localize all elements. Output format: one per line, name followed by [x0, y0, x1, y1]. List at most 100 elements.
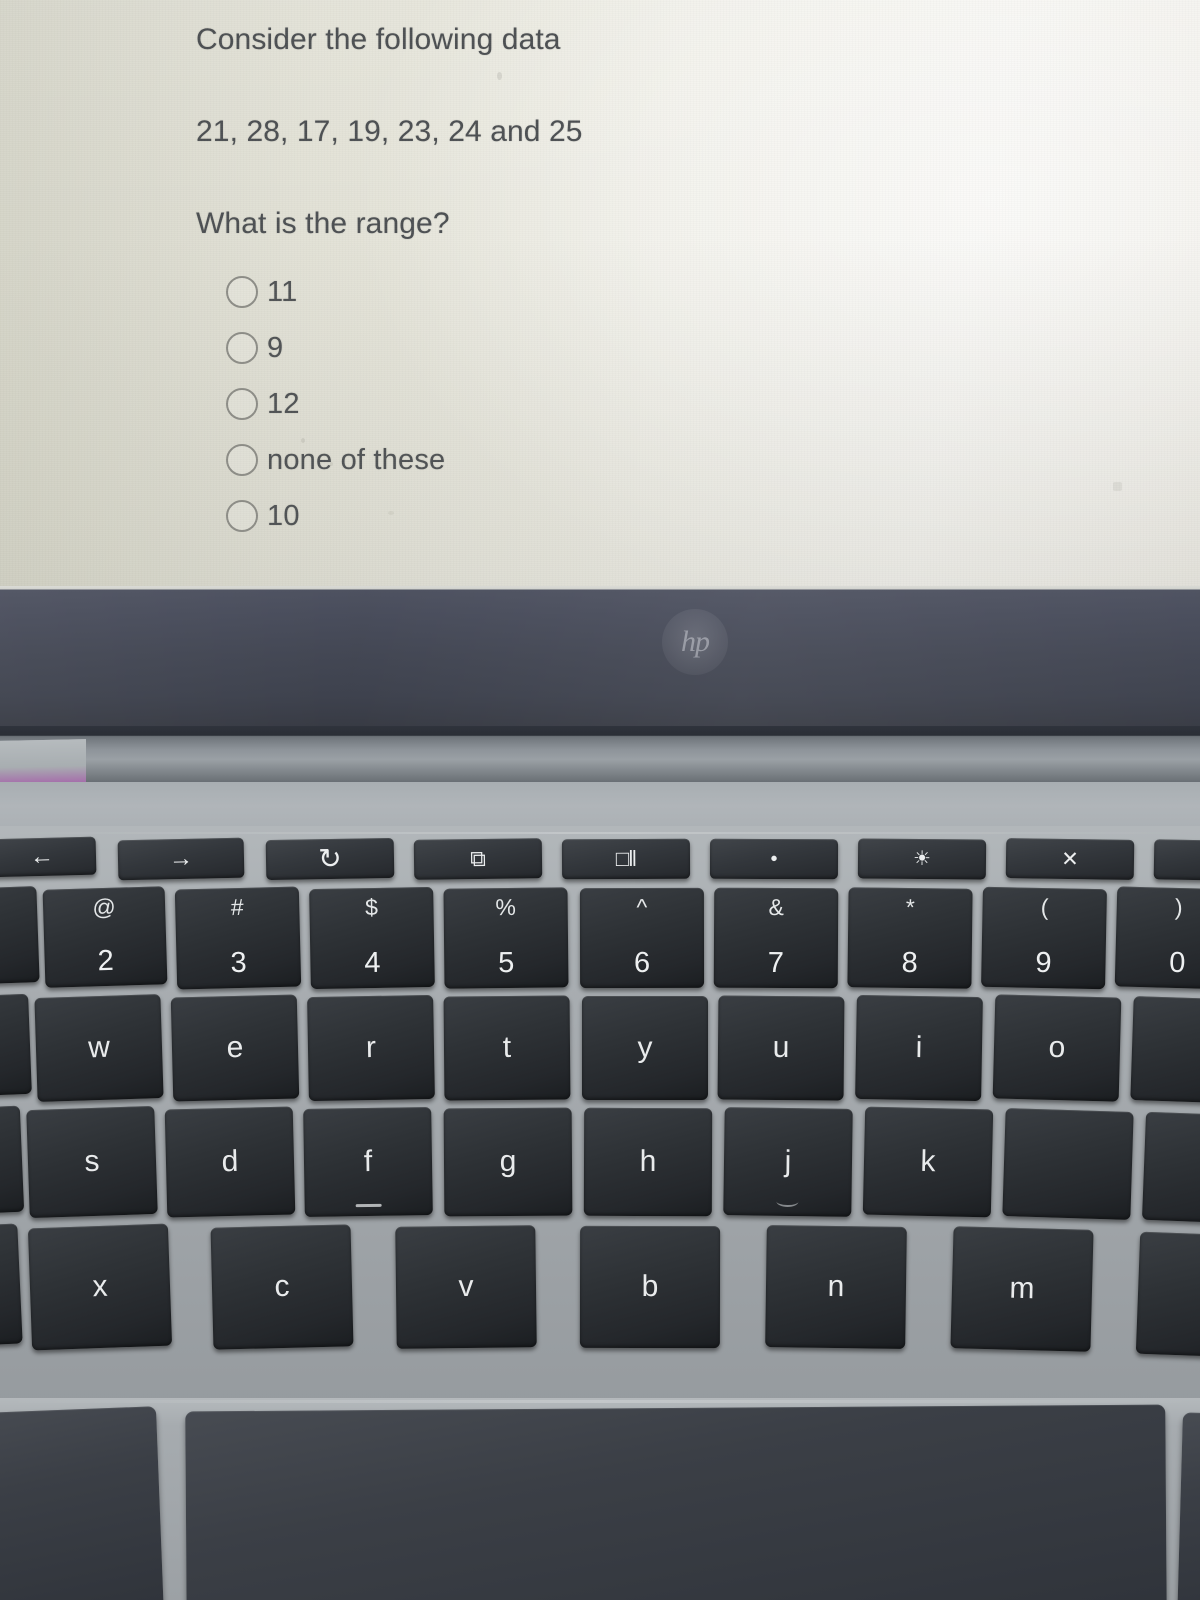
key-letter-legend: f: [363, 1144, 373, 1179]
key-n[interactable]: n: [765, 1225, 907, 1349]
key-back[interactable]: ←: [0, 836, 97, 878]
key-digit-legend: 3: [230, 946, 248, 980]
key-fullscreen[interactable]: ⧉: [413, 838, 543, 880]
option-row-4[interactable]: 10: [226, 488, 445, 544]
key-p-partial[interactable]: [1130, 996, 1200, 1104]
key-modifier-right-partial[interactable]: [1177, 1412, 1200, 1600]
key-i[interactable]: i: [855, 994, 983, 1102]
key-comma-partial[interactable]: [1135, 1231, 1200, 1359]
key-letter-legend: u: [772, 1030, 790, 1065]
key-9[interactable]: ( 9: [981, 886, 1107, 990]
key-letter-legend: o: [1048, 1030, 1066, 1065]
key-mute[interactable]: ✕: [1005, 838, 1135, 880]
key-brightness-down[interactable]: •: [709, 838, 839, 880]
key-d[interactable]: d: [164, 1106, 296, 1218]
key-q-partial[interactable]: [0, 993, 32, 1099]
key-letter-legend: m: [1009, 1271, 1035, 1306]
key-fn-partial-right[interactable]: [1153, 839, 1200, 881]
key-spacebar[interactable]: [185, 1404, 1167, 1600]
mute-icon: ✕: [1061, 847, 1079, 871]
key-x[interactable]: x: [27, 1223, 173, 1351]
key-j[interactable]: j: [723, 1107, 853, 1217]
keyboard-deck: ← → ↻ ⧉ □‖ • ☀ ✕ @ 2 # 3 $ 4 % 5 ^ 6 & 7…: [0, 826, 1200, 1406]
key-letter-legend: r: [365, 1030, 377, 1065]
key-w[interactable]: w: [34, 994, 164, 1102]
option-label: 9: [267, 331, 284, 364]
radio-button-icon[interactable]: [226, 444, 258, 476]
key-u[interactable]: u: [717, 995, 845, 1101]
key-s[interactable]: s: [26, 1105, 158, 1219]
question-prompt: Consider the following data: [196, 23, 561, 56]
key-shift-legend: *: [905, 893, 916, 921]
key-e[interactable]: e: [170, 994, 300, 1102]
key-v[interactable]: v: [395, 1225, 537, 1349]
key-2[interactable]: @ 2: [42, 886, 168, 988]
screenshot-root: Consider the following data 21, 28, 17, …: [0, 0, 1200, 1600]
key-shift-legend: @: [92, 893, 117, 921]
key-4[interactable]: $ 4: [309, 886, 435, 990]
deck-scuff: [0, 832, 1200, 834]
key-reload[interactable]: ↻: [265, 837, 395, 881]
key-shift-legend: &: [768, 893, 784, 921]
key-letter-legend: h: [639, 1144, 657, 1179]
window-overview-icon: □‖: [615, 845, 637, 872]
hp-logo: hp: [662, 609, 728, 675]
key-shift-legend: #: [230, 893, 244, 921]
option-row-3[interactable]: none of these: [226, 432, 445, 488]
screen-speck: [1113, 482, 1122, 491]
radio-button-icon[interactable]: [226, 276, 258, 308]
fullscreen-icon: ⧉: [469, 845, 487, 872]
key-l-partial[interactable]: [1002, 1108, 1134, 1220]
key-letter-legend: b: [641, 1269, 659, 1304]
key-g[interactable]: g: [443, 1107, 573, 1217]
key-o[interactable]: o: [992, 994, 1122, 1102]
option-row-1[interactable]: 9: [226, 320, 445, 376]
key-semicolon-partial[interactable]: [1141, 1111, 1200, 1225]
option-row-2[interactable]: 12: [226, 376, 445, 432]
key-letter-legend: d: [221, 1144, 239, 1179]
key-m[interactable]: m: [950, 1226, 1094, 1352]
key-t[interactable]: t: [443, 995, 571, 1101]
key-h[interactable]: h: [583, 1107, 713, 1217]
key-digit-legend: 9: [1035, 946, 1052, 980]
radio-button-icon[interactable]: [226, 332, 258, 364]
key-b[interactable]: b: [579, 1225, 721, 1349]
key-window-overview[interactable]: □‖: [561, 838, 691, 880]
key-0[interactable]: ) 0: [1114, 886, 1200, 990]
key-6[interactable]: ^ 6: [579, 887, 705, 989]
key-y[interactable]: y: [582, 996, 708, 1100]
key-letter-legend: t: [502, 1030, 512, 1065]
key-8[interactable]: * 8: [847, 887, 973, 989]
key-modifier-left[interactable]: [0, 1406, 164, 1600]
key-shift-legend: $: [364, 893, 379, 921]
key-z-partial[interactable]: [0, 1223, 23, 1349]
key-forward[interactable]: →: [117, 837, 245, 881]
key-a-partial[interactable]: [0, 1105, 25, 1217]
option-label: none of these: [267, 443, 446, 476]
laptop-hinge-bar: [0, 726, 1200, 784]
key-digit-legend: 8: [901, 946, 918, 980]
quiz-question-block: Consider the following data 21, 28, 17, …: [196, 16, 896, 241]
key-shift-legend: (: [1040, 893, 1049, 921]
option-label: 10: [267, 499, 300, 532]
deck-bottom-scuff: [0, 1400, 1200, 1403]
bezel-sheen: [0, 586, 1200, 731]
key-letter-legend: y: [637, 1031, 653, 1064]
radio-button-icon[interactable]: [226, 500, 258, 532]
answer-options-list[interactable]: 11 9 12 none of these 10: [226, 264, 445, 544]
key-c[interactable]: c: [210, 1224, 354, 1350]
key-3[interactable]: # 3: [174, 886, 302, 990]
key-5[interactable]: % 5: [443, 887, 569, 989]
key-letter-legend: j: [784, 1144, 792, 1179]
key-f[interactable]: f: [303, 1107, 433, 1217]
homing-bar-indicator: [776, 1195, 799, 1208]
key-r[interactable]: r: [307, 994, 435, 1102]
key-digit-legend: 0: [1168, 946, 1186, 980]
key-1-partial[interactable]: [0, 886, 40, 986]
key-brightness-up[interactable]: ☀: [857, 838, 987, 880]
option-row-0[interactable]: 11: [226, 264, 445, 320]
key-k[interactable]: k: [862, 1106, 994, 1218]
homing-bar-indicator: [355, 1203, 382, 1208]
key-7[interactable]: & 7: [713, 887, 839, 989]
radio-button-icon[interactable]: [226, 388, 258, 420]
